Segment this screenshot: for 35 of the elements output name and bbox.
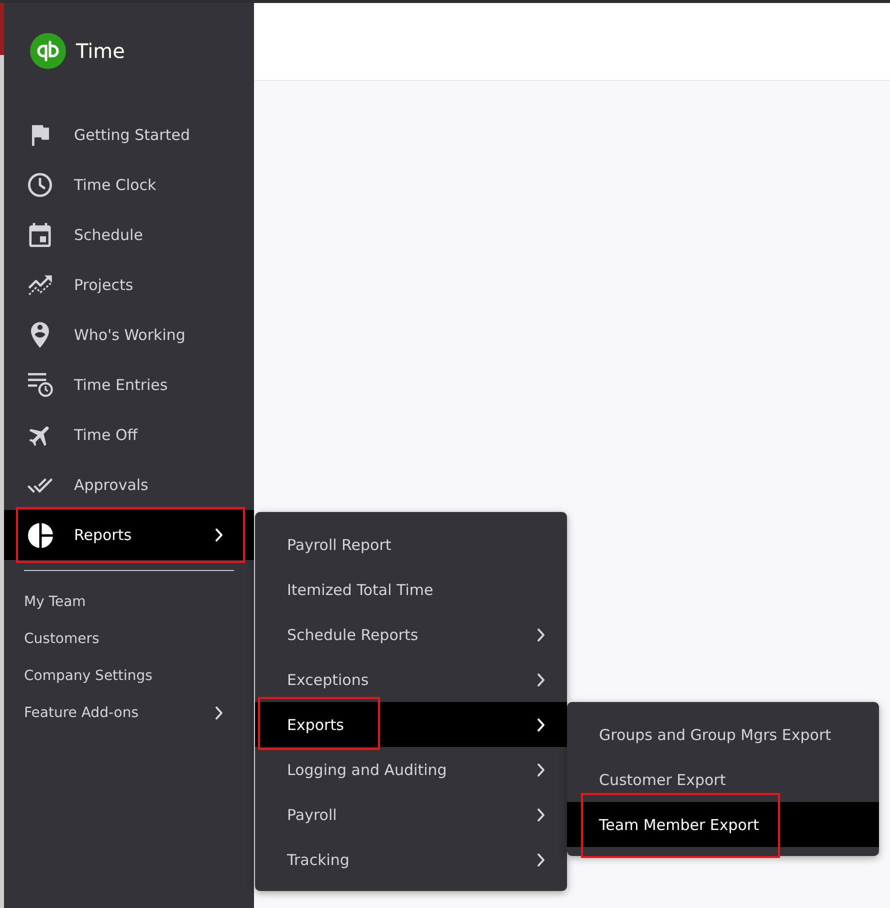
nav-item[interactable]: Reports bbox=[4, 510, 254, 560]
calendar-icon bbox=[29, 223, 51, 247]
nav-item[interactable]: Time Clock bbox=[4, 160, 254, 210]
nav-item[interactable]: Time Entries bbox=[4, 360, 254, 410]
menu-item[interactable]: Itemized Total Time bbox=[255, 567, 567, 612]
trend-chart-icon bbox=[28, 274, 52, 296]
double-check-icon bbox=[27, 476, 53, 494]
menu-item[interactable]: Payroll Report bbox=[255, 522, 567, 567]
nav-item[interactable]: Projects bbox=[4, 260, 254, 310]
logo-icon bbox=[30, 33, 66, 69]
airplane-icon bbox=[28, 424, 52, 446]
menu-item[interactable]: Groups and Group Mgrs Export bbox=[567, 712, 879, 757]
pie-chart-icon bbox=[28, 522, 52, 548]
menu-item[interactable]: Schedule Reports bbox=[255, 612, 567, 657]
location-pin-icon bbox=[31, 322, 49, 348]
clock-icon bbox=[28, 173, 52, 197]
menu-item[interactable]: Exceptions bbox=[255, 657, 567, 702]
nav-item[interactable]: Schedule bbox=[4, 210, 254, 260]
list-clock-icon bbox=[28, 373, 52, 397]
menu-item[interactable]: Payroll bbox=[255, 792, 567, 837]
app-name: Time bbox=[76, 39, 125, 63]
nav-link[interactable]: My Team bbox=[4, 583, 254, 620]
menu-item[interactable]: Tracking bbox=[255, 837, 567, 882]
menu-item[interactable]: Exports bbox=[255, 702, 567, 747]
menu-item[interactable]: Team Member Export bbox=[567, 802, 879, 847]
nav-link[interactable]: Feature Add-ons bbox=[4, 694, 254, 731]
nav-link[interactable]: Customers bbox=[4, 620, 254, 657]
nav-link[interactable]: Company Settings bbox=[4, 657, 254, 694]
nav-item[interactable]: Who's Working bbox=[4, 310, 254, 360]
nav-item[interactable]: Approvals bbox=[4, 460, 254, 510]
menu-item[interactable]: Customer Export bbox=[567, 757, 879, 802]
flag-icon bbox=[32, 124, 48, 146]
nav-item[interactable]: Getting Started bbox=[4, 110, 254, 160]
nav-item[interactable]: Time Off bbox=[4, 410, 254, 460]
menu-item[interactable]: Logging and Auditing bbox=[255, 747, 567, 792]
